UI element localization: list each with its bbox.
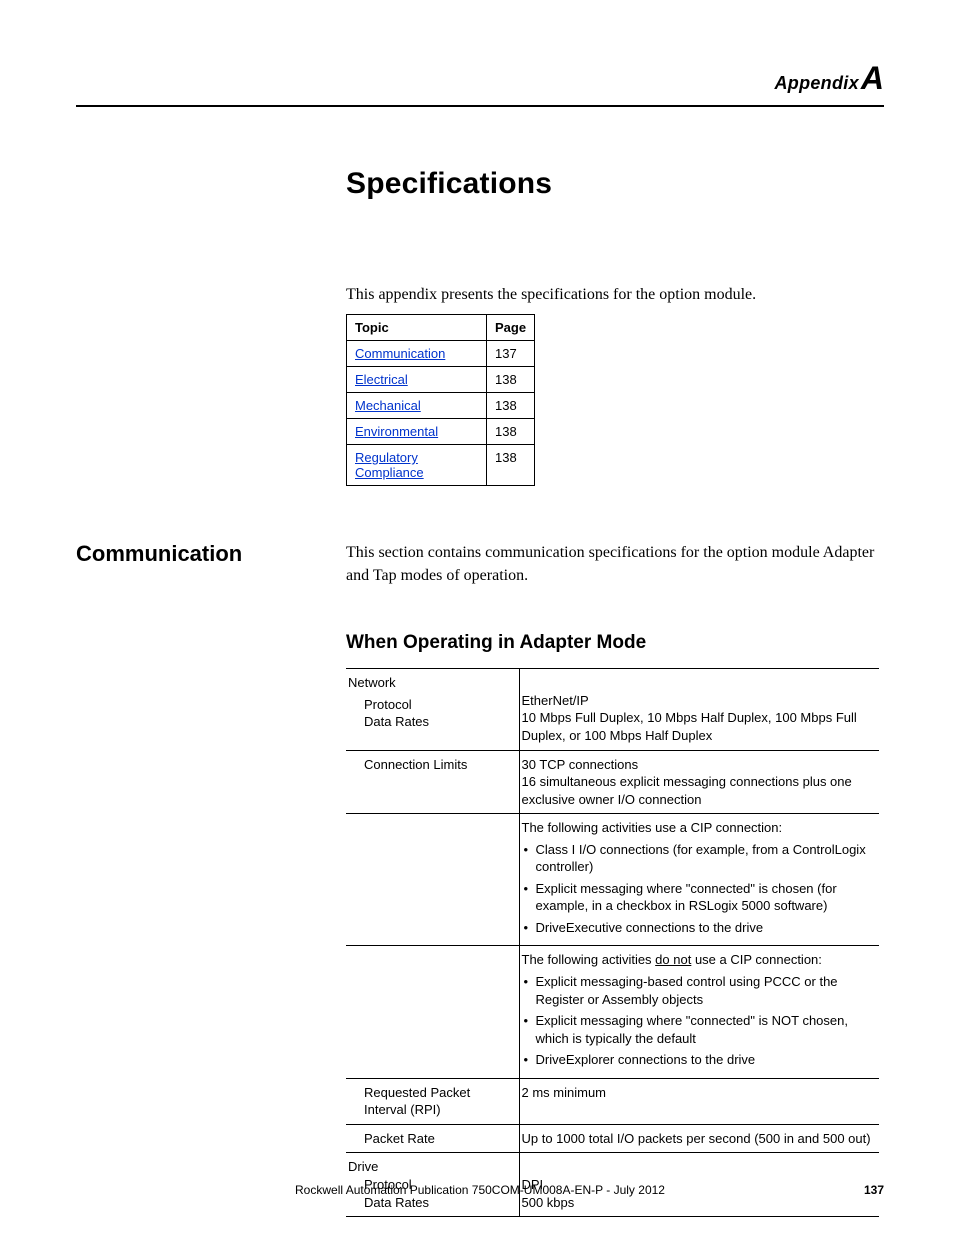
table-row: Communication 137 <box>347 341 535 367</box>
footer-text: Rockwell Automation Publication 750COM-U… <box>295 1183 665 1197</box>
table-row: Environmental 138 <box>347 419 535 445</box>
toc-page: 138 <box>487 445 535 486</box>
toc-link-regulatory[interactable]: Regulatory Compliance <box>355 450 424 480</box>
spec-value-rpi: 2 ms minimum <box>519 1078 879 1124</box>
table-header-page: Page <box>487 315 535 341</box>
appendix-letter: A <box>861 60 884 96</box>
spec-label-network: Network <box>348 675 396 690</box>
spec-value-data-rates: 10 Mbps Full Duplex, 10 Mbps Half Duplex… <box>522 710 857 743</box>
spec-value-packet-rate: Up to 1000 total I/O packets per second … <box>519 1124 879 1153</box>
list-item: Explicit messaging where "connected" is … <box>522 880 874 915</box>
section-heading-communication: Communication <box>76 541 346 567</box>
toc-link-electrical[interactable]: Electrical <box>355 372 408 387</box>
spec-value-conn-limits-1: 30 TCP connections <box>522 757 639 772</box>
cip-not-list: Explicit messaging-based control using P… <box>522 973 874 1069</box>
toc-page: 137 <box>487 341 535 367</box>
cip-not-intro: The following activities do not use a CI… <box>522 952 822 967</box>
cip-use-list: Class I I/O connections (for example, fr… <box>522 841 874 937</box>
toc-link-communication[interactable]: Communication <box>355 346 445 361</box>
spec-label-data-rates: Data Rates <box>348 713 513 731</box>
list-item: Explicit messaging-based control using P… <box>522 973 874 1008</box>
appendix-word: Appendix <box>774 73 858 93</box>
list-item: DriveExecutive connections to the drive <box>522 919 874 937</box>
page-header: AppendixA <box>76 60 884 97</box>
spec-label-rpi: Requested Packet Interval (RPI) <box>348 1084 513 1119</box>
toc-link-mechanical[interactable]: Mechanical <box>355 398 421 413</box>
topic-page-table: Topic Page Communication 137 Electrical … <box>346 314 535 486</box>
toc-page: 138 <box>487 419 535 445</box>
header-rule <box>76 105 884 107</box>
page-footer: Rockwell Automation Publication 750COM-U… <box>76 1183 884 1197</box>
table-row: Electrical 138 <box>347 367 535 393</box>
toc-page: 138 <box>487 393 535 419</box>
table-row: Mechanical 138 <box>347 393 535 419</box>
communication-spec-table: Network Protocol Data Rates EtherNet/IP … <box>346 668 879 1217</box>
toc-page: 138 <box>487 367 535 393</box>
intro-paragraph: This appendix presents the specification… <box>346 286 884 304</box>
section-intro-text: This section contains communication spec… <box>346 541 884 587</box>
list-item: Class I I/O connections (for example, fr… <box>522 841 874 876</box>
spec-value-protocol: EtherNet/IP <box>522 693 589 708</box>
cip-use-intro: The following activities use a CIP conne… <box>522 820 783 835</box>
list-item: Explicit messaging where "connected" is … <box>522 1012 874 1047</box>
chapter-title: Specifications <box>346 167 884 201</box>
spec-label-packet-rate: Packet Rate <box>348 1130 513 1148</box>
spec-value-conn-limits-2: 16 simultaneous explicit messaging conne… <box>522 774 852 807</box>
table-header-topic: Topic <box>347 315 487 341</box>
spec-label-drive: Drive <box>348 1159 378 1174</box>
table-row: Regulatory Compliance 138 <box>347 445 535 486</box>
footer-page-number: 137 <box>864 1183 884 1197</box>
spec-label-protocol: Protocol <box>348 696 513 714</box>
list-item: DriveExplorer connections to the drive <box>522 1051 874 1069</box>
toc-link-environmental[interactable]: Environmental <box>355 424 438 439</box>
subheading-adapter-mode: When Operating in Adapter Mode <box>346 632 884 654</box>
spec-label-conn-limits: Connection Limits <box>348 756 513 774</box>
